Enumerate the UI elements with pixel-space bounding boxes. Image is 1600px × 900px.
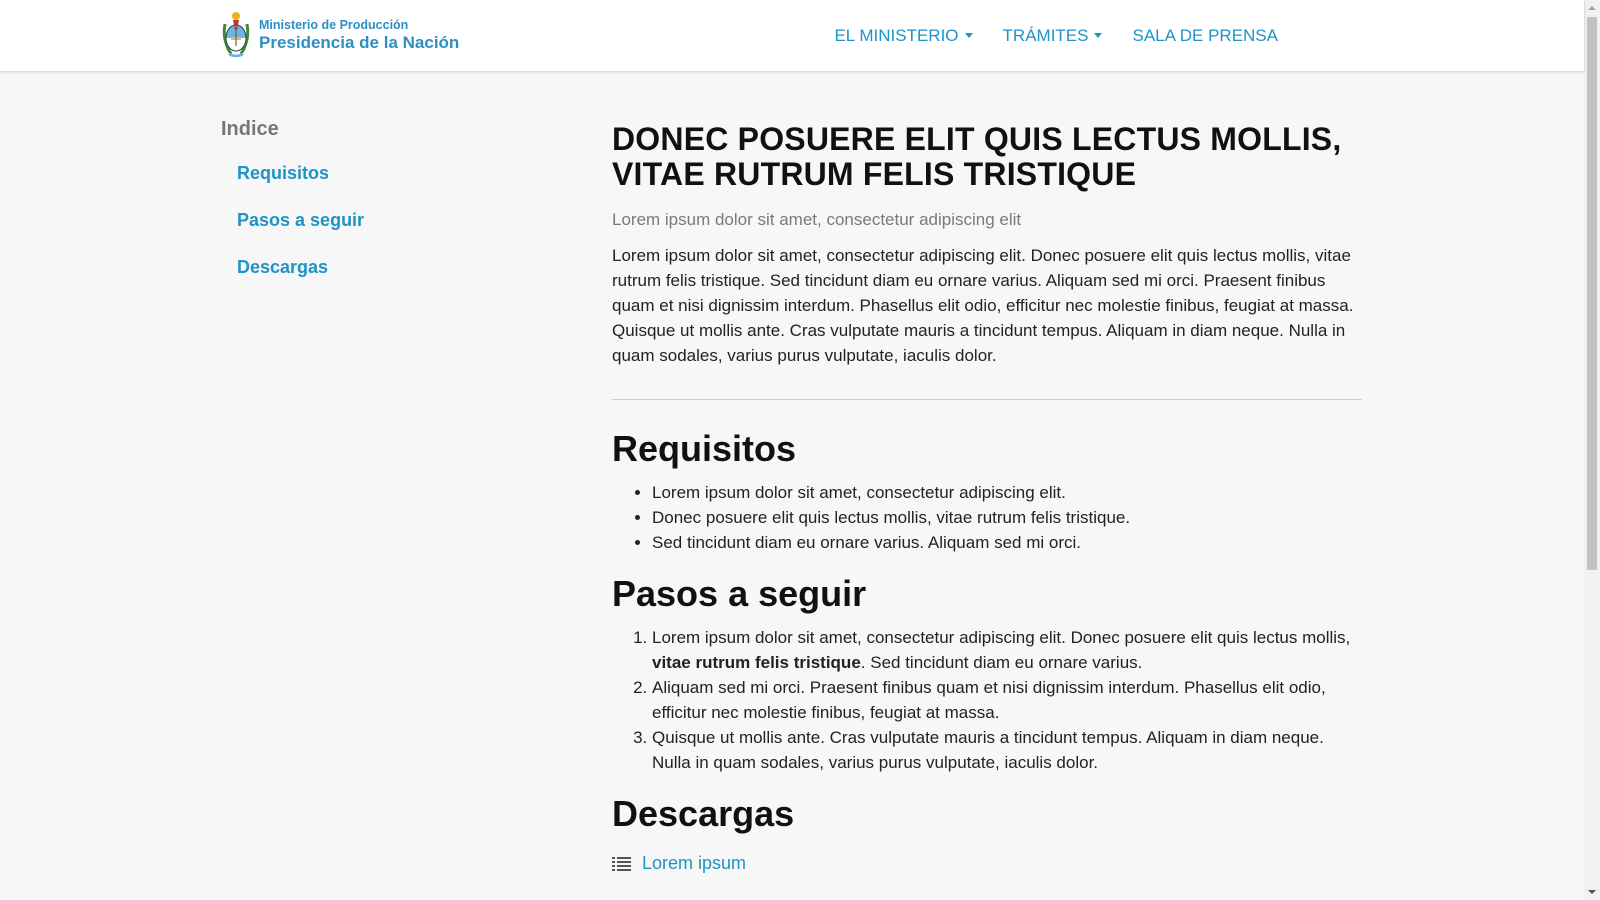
sidebar-item-descargas[interactable]: Descargas <box>237 256 551 303</box>
page: Ministerio de Producción Presidencia de … <box>0 0 1600 900</box>
scrollbar[interactable] <box>1584 0 1600 900</box>
logo-line-presidency: Presidencia de la Nación <box>259 32 460 52</box>
sidebar-item-requisitos[interactable]: Requisitos <box>237 162 551 209</box>
nav-sala-de-prensa-label: SALA DE PRENSA <box>1132 25 1278 45</box>
caret-down-icon <box>964 33 973 38</box>
heading-requisitos: Requisitos <box>612 428 797 469</box>
list-item: Lorem ipsum dolor sit amet, consectetur … <box>652 625 1362 675</box>
navbar: Ministerio de Producción Presidencia de … <box>0 0 1584 71</box>
sidebar-title: Indice <box>221 118 279 140</box>
pasos-list: Lorem ipsum dolor sit amet, consectetur … <box>612 625 1362 775</box>
logo-line-ministry: Ministerio de Producción <box>259 18 409 33</box>
scrollbar-thumb[interactable] <box>1587 17 1597 570</box>
sidebar-index: Indice Requisitos Pasos a seguir Descarg… <box>221 118 551 303</box>
caret-down-icon <box>1094 33 1103 38</box>
page-subtitle: Lorem ipsum dolor sit amet, consectetur … <box>612 210 1022 229</box>
nav-tramites[interactable]: TRÁMITES <box>1003 26 1103 46</box>
nav-el-ministerio[interactable]: EL MINISTERIO <box>834 25 973 46</box>
list-icon <box>612 856 631 871</box>
step-bold-text: vitae rutrum felis tristique <box>652 653 861 672</box>
requisitos-list: Lorem ipsum dolor sit amet, consectetur … <box>612 480 1362 555</box>
divider <box>612 399 1362 400</box>
scroll-up-arrow-icon[interactable] <box>1584 0 1600 16</box>
heading-pasos-a-seguir: Pasos a seguir <box>612 573 867 614</box>
nav-el-ministerio-label: EL MINISTERIO <box>834 25 959 45</box>
list-item: Lorem ipsum dolor sit amet, consectetur … <box>652 480 1362 505</box>
nav-sala-de-prensa[interactable]: SALA DE PRENSA <box>1132 26 1278 46</box>
sidebar-item-pasos-a-seguir[interactable]: Pasos a seguir <box>237 209 551 256</box>
scroll-down-arrow-icon[interactable] <box>1584 884 1600 900</box>
intro-paragraph: Lorem ipsum dolor sit amet, consectetur … <box>612 246 1354 365</box>
step-text: Lorem ipsum dolor sit amet, consectetur … <box>652 628 1351 647</box>
page-title: DONEC POSUERE ELIT QUIS LECTUS MOLLIS, V… <box>612 121 1342 192</box>
list-item: Aliquam sed mi orci. Praesent finibus qu… <box>652 675 1362 725</box>
step-text: . Sed tincidunt diam eu ornare varius. <box>860 653 1143 672</box>
nav-tramites-label: TRÁMITES <box>1002 25 1089 45</box>
main-content: DONEC POSUERE ELIT QUIS LECTUS MOLLIS, V… <box>612 122 1362 874</box>
ministry-logo[interactable]: Ministerio de Producción Presidencia de … <box>221 10 459 60</box>
main-nav: EL MINISTERIO TRÁMITES SALA DE PRENSA <box>804 0 1278 71</box>
download-link[interactable]: Lorem ipsum <box>642 853 746 874</box>
coat-of-arms-icon <box>222 12 250 58</box>
list-item: Sed tincidunt diam eu ornare varius. Ali… <box>652 530 1362 555</box>
download-item: Lorem ipsum <box>612 853 1362 874</box>
list-item: Donec posuere elit quis lectus mollis, v… <box>652 505 1362 530</box>
list-item: Quisque ut mollis ante. Cras vulputate m… <box>652 725 1362 775</box>
heading-descargas: Descargas <box>612 793 795 834</box>
